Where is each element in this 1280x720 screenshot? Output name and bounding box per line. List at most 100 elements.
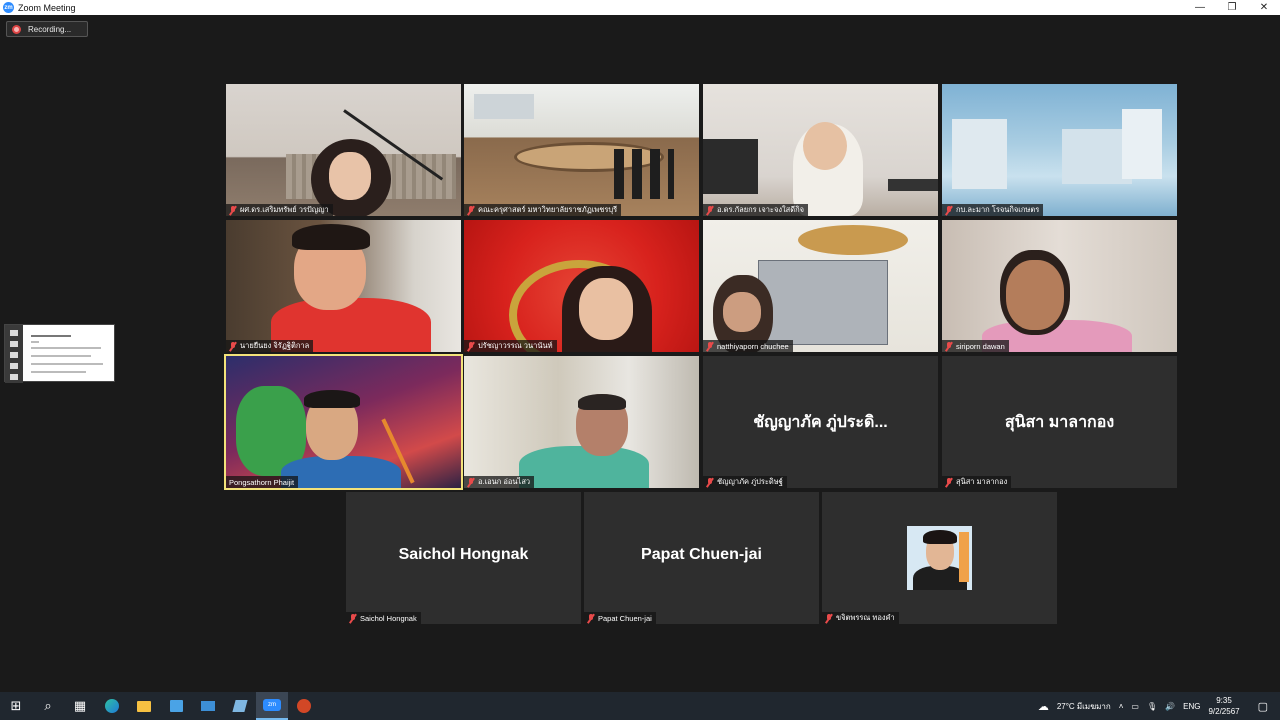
video-tile[interactable]: ชัญญาภัค ภู่ประดิ... ชัญญาภัค ภู่ประดิษฐ… [703, 356, 938, 488]
video-tile[interactable]: natthiyaporn chuchee [703, 220, 938, 352]
shared-screen-thumbnail[interactable] [4, 324, 115, 383]
recording-icon [12, 24, 21, 34]
window-controls: — ❐ ✕ [1184, 0, 1280, 15]
participant-name: natthiyaporn chuchee [703, 340, 793, 352]
video-tile[interactable]: สุนิสา มาลากอง สุนิสา มาลากอง [942, 356, 1177, 488]
windows-start-icon[interactable]: ⊞ [0, 692, 32, 720]
participant-name: อ.เอนก อ่อนไสว [464, 476, 535, 488]
language-indicator[interactable]: ENG [1183, 702, 1200, 711]
zoom-taskbar-icon[interactable]: zm [256, 692, 288, 720]
microphone-icon[interactable]: 🎙 [1147, 702, 1157, 711]
video-tile[interactable]: siriporn dawan [942, 220, 1177, 352]
search-icon[interactable]: ⌕ [32, 692, 64, 720]
mic-muted-icon [945, 477, 953, 487]
participant-display-name: สุนิสา มาลากอง [1004, 414, 1115, 431]
window-title: Zoom Meeting [18, 2, 76, 13]
video-tile-active-speaker[interactable]: Pongsathorn Phaijit [224, 354, 463, 490]
participant-name: นายยืนยง จิรัฏฐิติกาล [226, 340, 314, 352]
cloud-icon: ☁ [1037, 700, 1049, 713]
doc-line [31, 335, 71, 337]
participant-name: ปรัชญาวรรณ วนานันท์ [464, 340, 557, 352]
video-feed [226, 220, 461, 352]
video-feed [464, 84, 699, 216]
video-feed [703, 84, 938, 216]
recording-label: Recording... [28, 24, 72, 34]
recording-indicator[interactable]: Recording... [6, 21, 88, 37]
mic-muted-icon [825, 613, 833, 623]
notification-icon[interactable]: ▢ [1258, 700, 1268, 713]
participant-name: ชัญญาภัค ภู่ประดิษฐ์ [703, 476, 787, 488]
doc-line [31, 371, 86, 373]
mail-icon[interactable] [192, 692, 224, 720]
clock-date: 9/2/2567 [1208, 707, 1240, 716]
video-feed [464, 220, 699, 352]
network-icon[interactable]: ▭ [1131, 702, 1139, 711]
edge-icon[interactable] [96, 692, 128, 720]
window-titlebar: zm Zoom Meeting — ❐ ✕ [0, 0, 1280, 15]
participant-name: ขจิตพรรณ ทองคำ [822, 612, 899, 624]
volume-icon[interactable]: 🔊 [1165, 702, 1175, 711]
video-tile[interactable]: กบ.ละมาก โรจนกิจเกษตร [942, 84, 1177, 216]
profile-avatar [907, 526, 972, 590]
doc-line [31, 355, 91, 357]
clock[interactable]: 9:35 9/2/2567 [1208, 695, 1247, 717]
powerpoint-icon[interactable] [288, 692, 320, 720]
mic-muted-icon [706, 341, 714, 351]
windows-taskbar: ⊞ ⌕ ▦ zm ☁ 27°C มีเมฆมาก ˄ ▭ 🎙 🔊 ENG 9:3… [0, 692, 1280, 720]
video-feed [226, 84, 461, 216]
mic-muted-icon [706, 205, 714, 215]
participant-name: Saichol Hongnak [346, 612, 421, 624]
participant-display-name: Papat Chuen-jai [641, 546, 762, 563]
store-icon[interactable] [160, 692, 192, 720]
video-tile[interactable]: Papat Chuen-jai Papat Chuen-jai [584, 492, 819, 624]
video-tile[interactable]: ปรัชญาวรรณ วนานันท์ [464, 220, 699, 352]
video-tile[interactable]: อ.เอนก อ่อนไสว [464, 356, 699, 488]
participant-name: Pongsathorn Phaijit [226, 476, 299, 488]
zoom-app-icon: zm [3, 2, 14, 13]
video-tile[interactable]: Saichol Hongnak Saichol Hongnak [346, 492, 581, 624]
video-feed [942, 220, 1177, 352]
video-tile[interactable]: ขจิตพรรณ ทองคำ [822, 492, 1057, 624]
mic-muted-icon [706, 477, 714, 487]
video-tile[interactable]: นายยืนยง จิรัฏฐิติกาล [226, 220, 461, 352]
doc-line [31, 341, 39, 343]
video-feed [226, 356, 461, 488]
slide-panel [5, 325, 23, 383]
chevron-up-icon[interactable]: ˄ [1119, 702, 1124, 711]
video-feed [703, 220, 938, 352]
video-tile[interactable]: คณะครุศาสตร์ มหาวิทยาลัยราชภัฏเพชรบุรี [464, 84, 699, 216]
mic-muted-icon [349, 613, 357, 623]
video-tile[interactable]: ผศ.ดร.เสริมทรัพย์ วรปัญญา [226, 84, 461, 216]
participant-name: siriporn dawan [942, 340, 1009, 352]
close-button[interactable]: ✕ [1248, 0, 1280, 15]
mic-muted-icon [467, 477, 475, 487]
system-tray: ☁ 27°C มีเมฆมาก ˄ ▭ 🎙 🔊 ENG 9:35 9/2/256… [1038, 692, 1280, 720]
mic-muted-icon [587, 613, 595, 623]
clock-time: 9:35 [1216, 696, 1232, 705]
mic-muted-icon [467, 341, 475, 351]
mic-muted-icon [945, 205, 953, 215]
task-view-icon[interactable]: ▦ [64, 692, 96, 720]
participant-display-name: Saichol Hongnak [398, 546, 529, 563]
restore-button[interactable]: ❐ [1216, 0, 1248, 15]
participant-name: ผศ.ดร.เสริมทรัพย์ วรปัญญา [226, 204, 333, 216]
mic-muted-icon [229, 205, 237, 215]
app-icon[interactable] [224, 692, 256, 720]
minimize-button[interactable]: — [1184, 0, 1216, 15]
doc-line [31, 363, 103, 365]
participant-name: Papat Chuen-jai [584, 612, 656, 624]
participant-display-name: ชัญญาภัค ภู่ประดิ... [753, 414, 888, 431]
participant-name: กบ.ละมาก โรจนกิจเกษตร [942, 204, 1044, 216]
weather-label[interactable]: 27°C มีเมฆมาก [1057, 700, 1111, 713]
doc-line [31, 347, 101, 349]
participant-name: คณะครุศาสตร์ มหาวิทยาลัยราชภัฏเพชรบุรี [464, 204, 622, 216]
video-feed [942, 84, 1177, 216]
file-explorer-icon[interactable] [128, 692, 160, 720]
participant-name: อ.ดร.กัลยกร เจาะจงใสดีกิจ [703, 204, 809, 216]
mic-muted-icon [467, 205, 475, 215]
mic-muted-icon [229, 341, 237, 351]
video-feed [464, 356, 699, 488]
participant-name: สุนิสา มาลากอง [942, 476, 1012, 488]
video-tile[interactable]: อ.ดร.กัลยกร เจาะจงใสดีกิจ [703, 84, 938, 216]
mic-muted-icon [945, 341, 953, 351]
